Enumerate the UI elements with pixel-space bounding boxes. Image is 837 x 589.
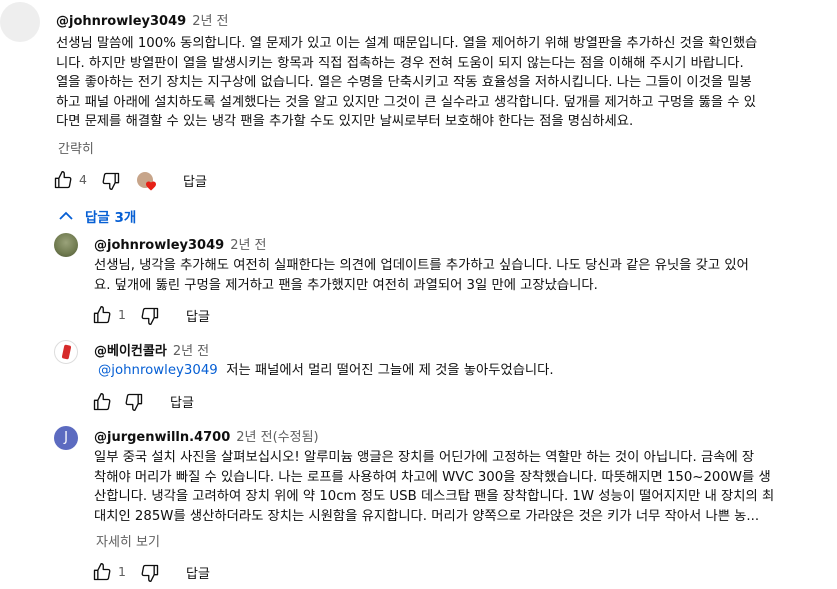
dislike-icon[interactable] (140, 563, 160, 583)
comment-header: @johnrowley3049 2년 전 (56, 10, 229, 29)
reply-header: @베이컨콜라 2년 전 (94, 340, 209, 359)
comment-line: 다면 문제를 해결할 수 있는 냉각 팬을 추가할 수도 있지만 날씨로부터 보… (56, 114, 634, 129)
avatar[interactable] (0, 2, 40, 42)
chevron-up-icon (59, 211, 73, 221)
like-count: 4 (79, 172, 87, 187)
reply-line: 저는 패널에서 멀리 떨어진 그늘에 제 것을 놓아두었습니다. (226, 363, 554, 378)
heart-icon (145, 180, 157, 191)
reply-line: 대치인 285W를 생산하더라도 장치는 시원함을 유지합니다. 머리가 양쪽으… (94, 508, 760, 524)
comment-text: 선생님 말씀에 100% 동의합니다. 열 문제가 있고 이는 설계 때문입니다… (56, 34, 836, 132)
comment-author[interactable]: @johnrowley3049 (56, 14, 186, 29)
like-icon[interactable] (53, 170, 73, 190)
reply-button[interactable]: 답글 (170, 392, 194, 411)
replies-count: 답글 3개 (85, 210, 137, 226)
reply-time[interactable]: 2년 전(수정됨) (236, 430, 318, 445)
reply-time[interactable]: 2년 전 (173, 344, 209, 359)
like-icon[interactable] (92, 392, 112, 412)
comment-line: 열을 좋아하는 전기 장치는 지구상에 없습니다. 열은 수명을 단축시키고 작… (56, 75, 752, 90)
reply-line: 일부 중국 설치 사진을 살펴보십시오! 알루미늄 앵글은 장치를 어딘가에 고… (94, 450, 755, 465)
cola-can-icon (61, 344, 72, 360)
avatar-letter: J (64, 430, 68, 445)
reply-time[interactable]: 2년 전 (230, 238, 266, 253)
reply-button[interactable]: 답글 (186, 563, 210, 582)
like-count: 1 (118, 564, 126, 579)
reply-line: 요. 덮개에 뚫린 구멍을 제거하고 팬을 추가했지만 여전히 과열되어 3일 … (94, 277, 598, 293)
reply-button[interactable]: 답글 (183, 171, 207, 190)
reply-text: 일부 중국 설치 사진을 살펴보십시오! 알루미늄 앵글은 장치를 어딘가에 고… (94, 448, 834, 526)
like-count: 1 (118, 307, 126, 322)
reply-line: 착해야 머리가 빠질 수 있습니다. 나는 로프를 사용하여 차고에 WVC 3… (94, 469, 771, 485)
dislike-icon[interactable] (140, 306, 160, 326)
reply-header: @jurgenwilln.4700 2년 전(수정됨) (94, 426, 319, 445)
dislike-icon[interactable] (124, 392, 144, 412)
comment-line: 선생님 말씀에 100% 동의합니다. 열 문제가 있고 이는 설계 때문입니다… (56, 36, 758, 51)
reply-author[interactable]: @jurgenwilln.4700 (94, 430, 230, 445)
reply-author[interactable]: @johnrowley3049 (94, 238, 224, 253)
reply-author[interactable]: @베이컨콜라 (94, 344, 167, 359)
show-less-button[interactable]: 간략히 (58, 138, 94, 157)
reply-line: 선생님, 냉각을 추가해도 여전히 실패한다는 의견에 업데이트를 추가하고 싶… (94, 258, 749, 273)
comment-time[interactable]: 2년 전 (192, 14, 228, 29)
replies-toggle[interactable]: 답글 3개 (59, 206, 136, 226)
mention-link[interactable]: @johnrowley3049 (98, 363, 218, 378)
reply-line: 산합니다. 냉각을 고려하여 장치 위에 약 10cm 정도 USB 데스크탑 … (94, 489, 775, 504)
reply-header: @johnrowley3049 2년 전 (94, 234, 267, 253)
reply-text: @johnrowley3049 저는 패널에서 멀리 떨어진 그늘에 제 것을 … (98, 361, 554, 381)
comment-line: 하고 패널 아래에 설치하도록 설계했다는 것을 알고 있지만 그것이 큰 실수… (56, 94, 756, 110)
reply-text: 선생님, 냉각을 추가해도 여전히 실패한다는 의견에 업데이트를 추가하고 싶… (94, 256, 834, 295)
like-icon[interactable] (92, 562, 112, 582)
reply-button[interactable]: 답글 (186, 306, 210, 325)
comment-line: 니다. 하지만 방열판이 열을 발생시키는 항목과 직접 접촉하는 경우 전혀 … (56, 55, 744, 71)
dislike-icon[interactable] (101, 171, 121, 191)
avatar[interactable]: J (54, 426, 78, 450)
avatar[interactable] (54, 233, 78, 257)
read-more-button[interactable]: 자세히 보기 (96, 531, 160, 550)
like-icon[interactable] (92, 305, 112, 325)
avatar[interactable] (54, 340, 78, 364)
